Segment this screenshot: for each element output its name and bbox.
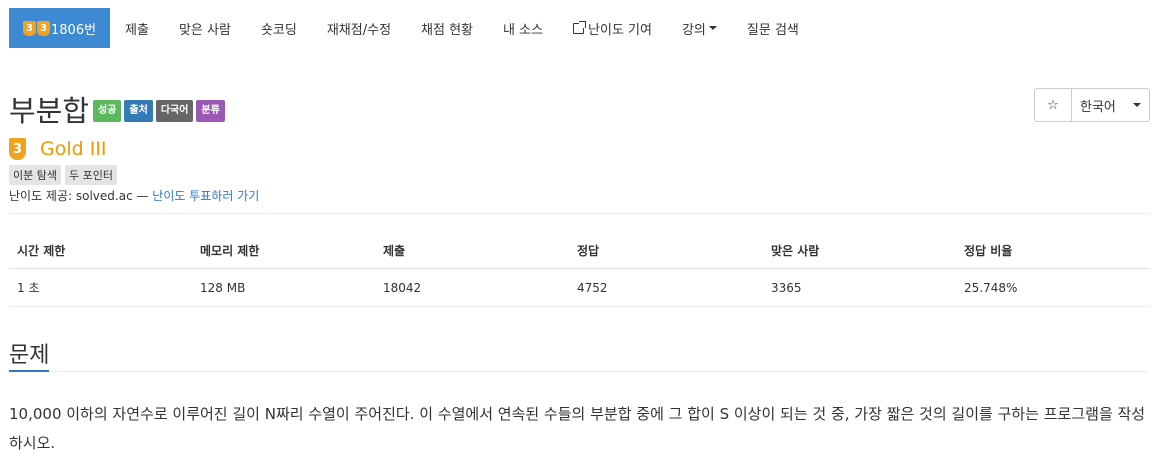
header-memory-limit: 메모리 제한	[200, 244, 260, 258]
problem-stats-table: 시간 제한 메모리 제한 제출 정답 맞은 사람 정답 비율 1 초 128 M…	[9, 233, 1149, 307]
section-title: 문제	[9, 343, 50, 368]
tier-gold-icon: 3	[9, 138, 26, 160]
nav-question-search[interactable]: 질문 검색	[732, 8, 814, 48]
nav-submit[interactable]: 제출	[110, 8, 164, 48]
label-multilang[interactable]: 다국어	[155, 100, 194, 122]
value-time-limit: 1 초	[17, 281, 40, 295]
table-row: 1 초 128 MB 18042 4752 3365 25.748%	[9, 269, 1149, 307]
value-accept-ratio: 25.748%	[964, 280, 1018, 295]
header-submissions: 제출	[383, 244, 406, 258]
value-memory-limit: 128 MB	[200, 280, 246, 295]
nav-status[interactable]: 채점 현황	[406, 8, 488, 48]
label-category[interactable]: 분류	[196, 100, 225, 122]
vote-difficulty-link[interactable]: 난이도 투표하러 가기	[152, 189, 259, 203]
caret-down-icon	[1133, 103, 1141, 107]
nav-difficulty-contribute[interactable]: 난이도 기여	[558, 8, 667, 48]
nav-lecture-label: 강의	[681, 22, 706, 38]
difficulty-provider: 난이도 제공: solved.ac — 난이도 투표하러 가기	[9, 187, 259, 204]
title-controls: ☆ 한국어	[1034, 88, 1150, 122]
tier-badge-icon: 3	[37, 20, 50, 36]
nav-short-coding[interactable]: 숏코딩	[246, 8, 312, 48]
value-accepted: 4752	[577, 280, 608, 295]
tag-two-pointers[interactable]: 두 포인터	[64, 165, 117, 185]
problem-nav: 3 3 1806번 제출 맞은 사람 숏코딩 재채점/수정 채점 현황 내 소스…	[9, 8, 814, 48]
table-header-row: 시간 제한 메모리 제한 제출 정답 맞은 사람 정답 비율	[9, 233, 1149, 269]
external-link-icon	[573, 20, 587, 34]
provider-text: 난이도 제공: solved.ac —	[9, 189, 153, 203]
header-solved-users: 맞은 사람	[771, 244, 820, 258]
star-icon: ☆	[1047, 97, 1059, 113]
value-solved-users: 3365	[771, 280, 802, 295]
section-rule	[49, 371, 1149, 372]
language-label: 한국어	[1080, 99, 1116, 115]
problem-tier: 3 Gold III	[9, 138, 107, 160]
tag-binary-search[interactable]: 이분 탐색	[9, 165, 61, 185]
header-accept-ratio: 정답 비율	[964, 244, 1013, 258]
value-submissions: 18042	[383, 280, 422, 295]
nav-solved-users[interactable]: 맞은 사람	[164, 8, 246, 48]
nav-my-source[interactable]: 내 소스	[488, 8, 558, 48]
problem-labels: 성공 출처 다국어 분류	[93, 100, 225, 122]
page-title: 부분합	[9, 94, 90, 128]
label-success[interactable]: 성공	[93, 100, 122, 122]
caret-down-icon	[708, 26, 717, 30]
label-source[interactable]: 출처	[124, 100, 153, 122]
nav-problem-number-label: 1806번	[51, 22, 97, 38]
divider	[9, 213, 1149, 214]
nav-difficulty-label: 난이도 기여	[588, 22, 652, 38]
header-time-limit: 시간 제한	[17, 244, 66, 258]
language-dropdown[interactable]: 한국어	[1072, 88, 1150, 122]
algorithm-tags: 이분 탐색 두 포인터	[9, 165, 117, 185]
tier-badge-icon: 3	[23, 20, 36, 36]
header-accepted: 정답	[577, 244, 600, 258]
nav-problem-number[interactable]: 3 3 1806번	[9, 8, 111, 48]
favorite-button[interactable]: ☆	[1034, 88, 1072, 122]
problem-description: 10,000 이하의 자연수로 이루어진 길이 N짜리 수열이 주어진다. 이 …	[9, 405, 1146, 452]
section-underline	[9, 370, 49, 372]
tier-text: Gold III	[40, 138, 107, 160]
nav-lecture-dropdown[interactable]: 강의	[667, 8, 732, 48]
nav-rejudge[interactable]: 재채점/수정	[312, 8, 406, 48]
